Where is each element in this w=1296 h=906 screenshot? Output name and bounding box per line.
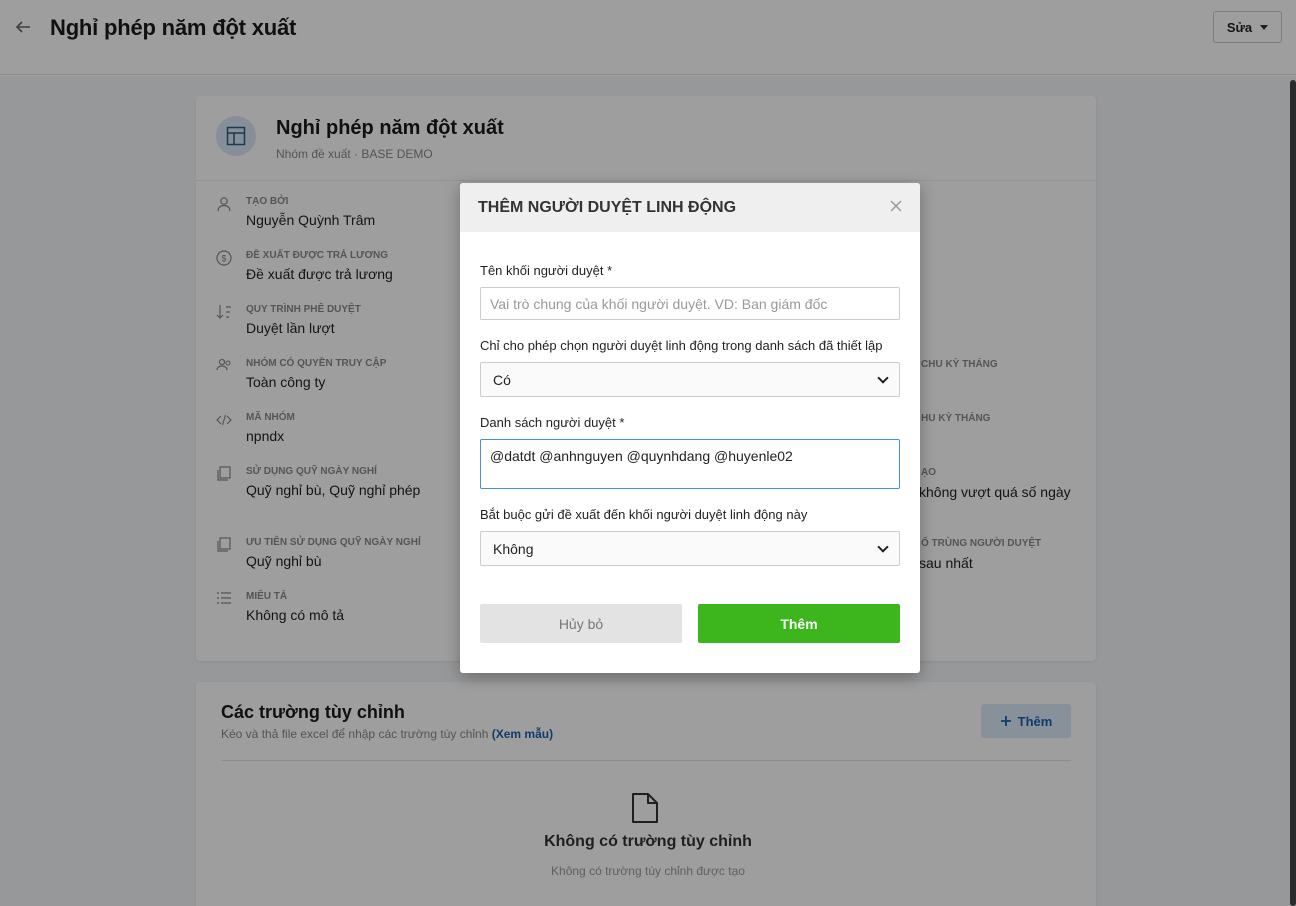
restrict-label: Chỉ cho phép chọn người duyệt linh động … <box>480 338 883 353</box>
cancel-button[interactable]: Hủy bỏ <box>480 604 682 643</box>
restrict-select[interactable]: Có <box>480 362 900 397</box>
required-label: Bắt buộc gửi đề xuất đến khối người duyệ… <box>480 507 808 522</box>
chevron-down-icon <box>877 540 889 553</box>
add-dynamic-approver-dialog: THÊM NGƯỜI DUYỆT LINH ĐỘNG Tên khối ngườ… <box>460 183 920 673</box>
block-name-input[interactable] <box>480 287 900 320</box>
dialog-title: THÊM NGƯỜI DUYỆT LINH ĐỘNG <box>478 199 737 216</box>
close-icon[interactable] <box>888 196 904 216</box>
block-name-label: Tên khối người duyệt * <box>480 263 613 278</box>
chevron-down-icon <box>877 371 889 384</box>
dialog-header: THÊM NGƯỜI DUYỆT LINH ĐỘNG <box>460 183 920 232</box>
approvers-textarea[interactable]: @datdt @anhnguyen @quynhdang @huyenle02 <box>480 439 900 489</box>
required-select[interactable]: Không <box>480 531 900 566</box>
restrict-select-value: Có <box>493 371 511 388</box>
required-select-value: Không <box>493 540 534 557</box>
add-button[interactable]: Thêm <box>698 604 900 643</box>
approvers-value: @datdt @anhnguyen @quynhdang @huyenle02 <box>490 448 793 464</box>
approvers-label: Danh sách người duyệt * <box>480 415 625 430</box>
